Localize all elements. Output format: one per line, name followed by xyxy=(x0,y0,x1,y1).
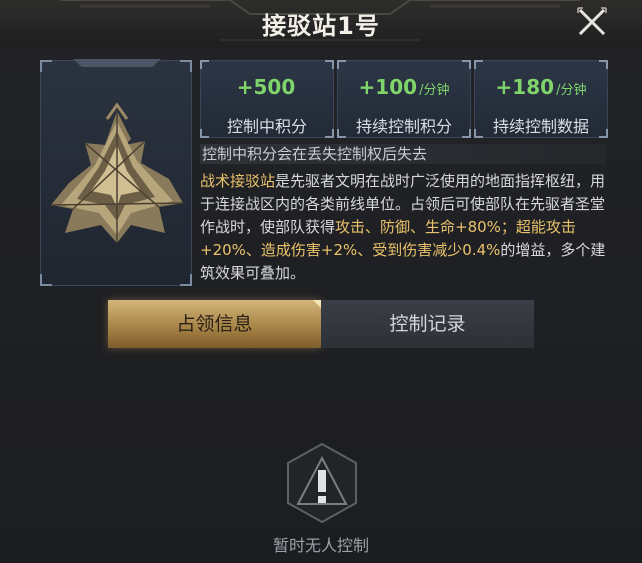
stat-continuous-data: +180/分钟 持续控制数据 xyxy=(474,60,608,138)
tab-label: 占领信息 xyxy=(176,313,253,335)
stat-label: 持续控制积分 xyxy=(355,117,452,136)
tab-occupy-info[interactable]: 占领信息 xyxy=(108,300,321,348)
stat-control-points: +500 控制中积分 xyxy=(200,60,334,138)
building-portrait xyxy=(40,59,192,286)
stat-label: 持续控制数据 xyxy=(492,117,589,136)
close-icon xyxy=(577,7,607,36)
stat-continuous-points: +100/分钟 持续控制积分 xyxy=(337,60,471,138)
page-title: 接驳站1号 xyxy=(262,12,380,40)
station-building-image xyxy=(50,102,184,243)
stat-value: +180/分钟 xyxy=(495,75,587,99)
warning-icon xyxy=(287,442,357,524)
close-button[interactable] xyxy=(574,4,610,40)
tab-label: 控制记录 xyxy=(389,313,466,335)
tab-control-records[interactable]: 控制记录 xyxy=(321,300,534,348)
station-info-panel: 接驳站1号 +500 控制中积分 +100/分钟 持续控制积分 +180 /分钟… xyxy=(0,0,642,563)
stat-value: +500 xyxy=(236,75,296,99)
stat-value: +100/分钟 xyxy=(358,75,450,99)
empty-state-text: 暂时无人控制 xyxy=(272,536,369,555)
control-note: 控制中积分会在丢失控制权后失去 xyxy=(200,144,606,164)
info-tabs: 占领信息 控制记录 xyxy=(108,300,534,348)
station-description: 战术接驳站是先驱者文明在战时广泛使用的地面指挥枢纽，用于连接战区内的各类前线单位… xyxy=(200,170,610,285)
stat-label: 控制中积分 xyxy=(226,117,307,136)
panel-header: 接驳站1号 xyxy=(0,0,642,48)
station-name-highlight: 战术接驳站 xyxy=(200,172,276,190)
